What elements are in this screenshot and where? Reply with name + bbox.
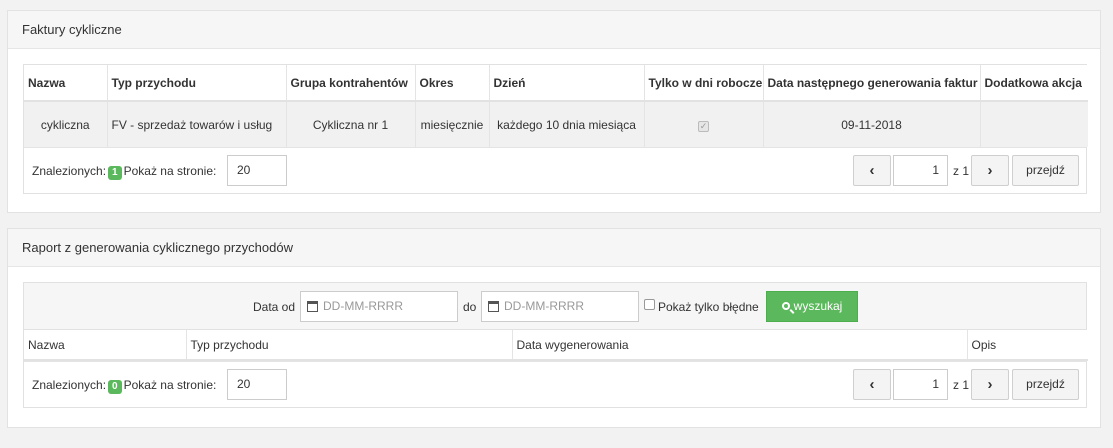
page-total-label: z 1 bbox=[953, 164, 970, 178]
cell-okres: miesięcznie bbox=[415, 101, 490, 147]
prev-page-button[interactable]: ‹ bbox=[853, 155, 891, 186]
calendar-icon bbox=[307, 301, 318, 312]
column-header-nazwa[interactable]: Nazwa bbox=[24, 65, 108, 102]
table-header-row: Nazwa Typ przychodu Grupa kontrahentów O… bbox=[24, 65, 1088, 102]
per-page-label: Pokaż na stronie: bbox=[123, 378, 217, 392]
cell-akcja bbox=[980, 101, 1088, 147]
column-header-typ[interactable]: Typ przychodu bbox=[107, 65, 287, 102]
cyclic-invoices-table-box: Nazwa Typ przychodu Grupa kontrahentów O… bbox=[23, 64, 1088, 194]
panel-title: Faktury cykliczne bbox=[8, 11, 1100, 49]
found-label: Znalezionych: bbox=[32, 378, 107, 392]
column-header-data[interactable]: Data wygenerowania bbox=[512, 330, 968, 361]
column-header-opis[interactable]: Opis bbox=[967, 330, 1088, 361]
table-footer: Znalezionych: 1 Pokaż na stronie: 20 ‹ 1 z… bbox=[24, 147, 1086, 193]
report-table-box: Data od DD-MM-RRRR do DD-MM-RRRR Pokaż t… bbox=[23, 282, 1088, 408]
prev-page-button[interactable]: ‹ bbox=[853, 369, 891, 400]
next-page-button[interactable]: › bbox=[971, 369, 1009, 400]
chevron-right-icon: › bbox=[987, 376, 993, 393]
panel-title: Raport z generowania cyklicznego przycho… bbox=[8, 229, 1100, 267]
report-table: Nazwa Typ przychodu Data wygenerowania O… bbox=[24, 330, 1088, 361]
cell-data-next: 09-11-2018 bbox=[763, 101, 981, 147]
per-page-input[interactable]: 20 bbox=[227, 155, 287, 186]
column-header-dni-robocze[interactable]: Tylko w dni robocze bbox=[644, 65, 764, 102]
column-header-okres[interactable]: Okres bbox=[415, 65, 490, 102]
found-summary: Znalezionych: 1 Pokaż na stronie: bbox=[32, 164, 216, 180]
cell-typ: FV - sprzedaż towarów i usług bbox=[107, 101, 287, 147]
search-icon bbox=[781, 302, 790, 310]
found-count-badge: 1 bbox=[108, 166, 122, 180]
date-from-placeholder: DD-MM-RRRR bbox=[323, 299, 403, 313]
column-header-typ[interactable]: Typ przychodu bbox=[186, 330, 513, 361]
cell-grupa: Cykliczna nr 1 bbox=[286, 101, 416, 147]
go-to-page-button[interactable]: przejdź bbox=[1012, 155, 1079, 186]
found-label: Znalezionych: bbox=[32, 164, 107, 178]
chevron-right-icon: › bbox=[987, 162, 993, 179]
found-summary: Znalezionych: 0 Pokaż na stronie: bbox=[32, 378, 216, 394]
cell-nazwa: cykliczna bbox=[24, 101, 108, 147]
page-number-input[interactable]: 1 bbox=[893, 155, 948, 186]
go-to-page-button[interactable]: przejdź bbox=[1012, 369, 1079, 400]
search-button-label: wyszukaj bbox=[793, 299, 843, 313]
column-header-akcja: Dodatkowa akcja bbox=[980, 65, 1088, 102]
table-footer: Znalezionych: 0 Pokaż na stronie: 20 ‹ 1 z… bbox=[24, 361, 1086, 407]
page-number-input[interactable]: 1 bbox=[893, 369, 948, 400]
column-header-nazwa[interactable]: Nazwa bbox=[24, 330, 187, 361]
chevron-left-icon: ‹ bbox=[869, 162, 875, 179]
page-total-label: z 1 bbox=[953, 378, 970, 392]
calendar-icon bbox=[488, 301, 499, 312]
search-button[interactable]: wyszukaj bbox=[766, 291, 858, 322]
column-header-dzien[interactable]: Dzień bbox=[489, 65, 645, 102]
cell-dzien: każdego 10 dnia miesiąca bbox=[489, 101, 645, 147]
only-errors-checkbox[interactable] bbox=[644, 299, 655, 310]
column-header-data-next[interactable]: Data następnego generowania faktur bbox=[763, 65, 981, 102]
date-from-label: Data od bbox=[253, 300, 296, 314]
next-page-button[interactable]: › bbox=[971, 155, 1009, 186]
table-header-row: Nazwa Typ przychodu Data wygenerowania O… bbox=[24, 330, 1088, 361]
panel-body: Nazwa Typ przychodu Grupa kontrahentów O… bbox=[8, 49, 1100, 194]
cyclic-invoices-panel: Faktury cykliczne Nazwa Typ przychodu Gr… bbox=[7, 10, 1101, 213]
generation-report-panel: Raport z generowania cyklicznego przycho… bbox=[7, 228, 1101, 428]
column-header-grupa[interactable]: Grupa kontrahentów bbox=[286, 65, 416, 102]
table-row[interactable]: cykliczna FV - sprzedaż towarów i usług … bbox=[24, 101, 1088, 147]
per-page-label: Pokaż na stronie: bbox=[123, 164, 217, 178]
date-to-label: do bbox=[463, 300, 477, 314]
cell-dni-robocze: ✓ bbox=[644, 101, 764, 147]
cyclic-invoices-table: Nazwa Typ przychodu Grupa kontrahentów O… bbox=[24, 65, 1088, 147]
date-to-input[interactable]: DD-MM-RRRR bbox=[481, 291, 639, 322]
workdays-checkbox: ✓ bbox=[698, 120, 709, 132]
only-errors-label: Pokaż tylko błędne bbox=[658, 300, 759, 314]
date-from-input[interactable]: DD-MM-RRRR bbox=[300, 291, 458, 322]
found-count-badge: 0 bbox=[108, 380, 122, 394]
per-page-input[interactable]: 20 bbox=[227, 369, 287, 400]
chevron-left-icon: ‹ bbox=[869, 376, 875, 393]
panel-body: Data od DD-MM-RRRR do DD-MM-RRRR Pokaż t… bbox=[8, 267, 1100, 408]
date-to-placeholder: DD-MM-RRRR bbox=[504, 299, 584, 313]
search-bar: Data od DD-MM-RRRR do DD-MM-RRRR Pokaż t… bbox=[24, 283, 1086, 330]
